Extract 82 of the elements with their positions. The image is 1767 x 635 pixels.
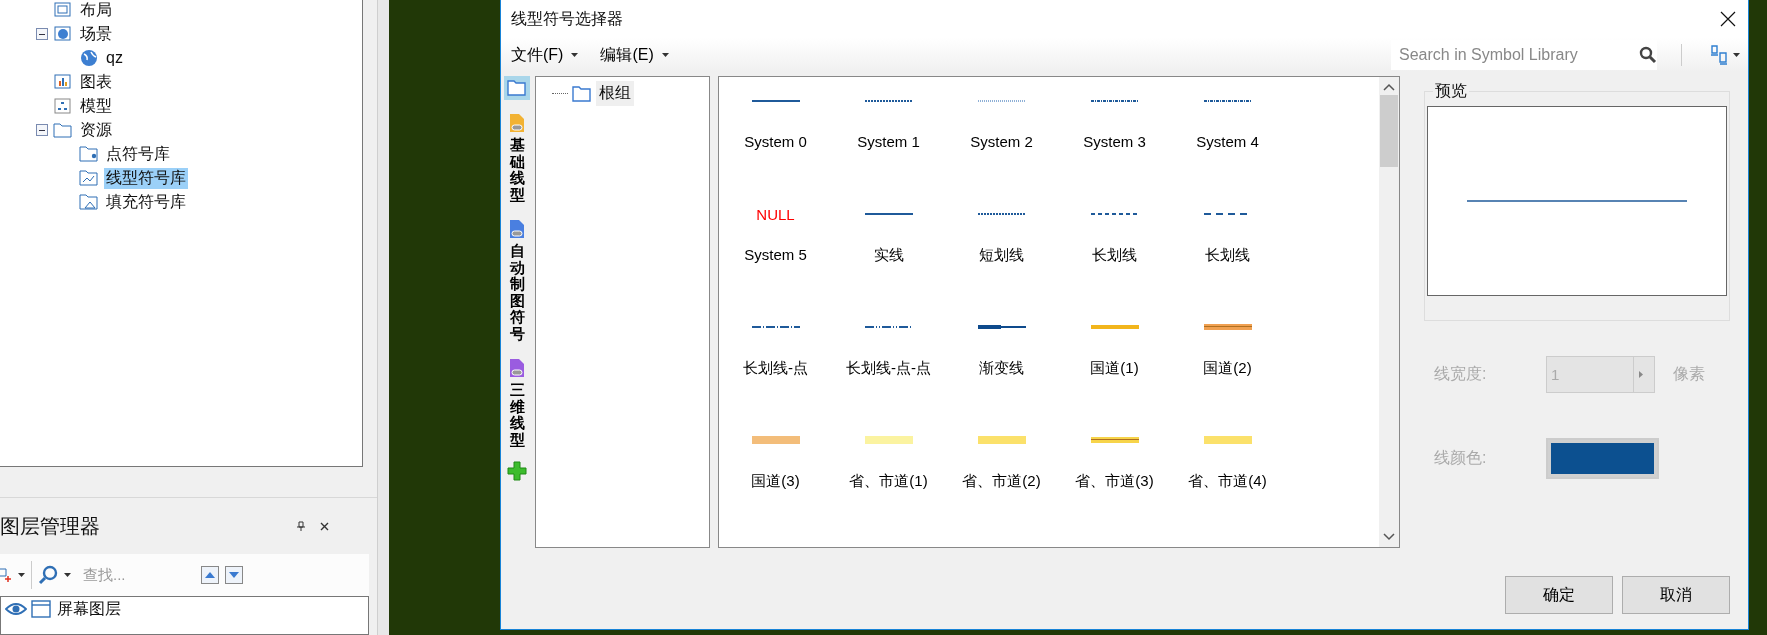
move-up-button[interactable]: [201, 566, 219, 584]
window-icon: [31, 600, 51, 618]
move-down-button[interactable]: [225, 566, 243, 584]
caret-icon: [64, 573, 71, 577]
tree-item[interactable]: 布局: [78, 0, 114, 21]
unit-label: 像素: [1673, 363, 1705, 384]
symbol-item[interactable]: System 1: [832, 81, 945, 194]
point-lib-icon: [79, 145, 99, 163]
symbol-item[interactable]: 长划线-点-点: [832, 307, 945, 420]
caret-icon: [571, 53, 579, 57]
symbol-item[interactable]: System 0: [719, 81, 832, 194]
symbol-item[interactable]: 长划线-点: [719, 307, 832, 420]
line-lib-icon: [79, 169, 99, 187]
field-label: 线宽度:: [1433, 363, 1488, 384]
window-title: 线型符号选择器: [511, 8, 624, 29]
tab[interactable]: [504, 76, 530, 100]
symbol-item[interactable]: NULL System 5: [719, 194, 832, 307]
tab[interactable]: 自动制图符号: [504, 216, 530, 345]
scene-icon: [53, 25, 73, 43]
up-triangle-icon: [205, 572, 215, 578]
caret-icon: [18, 573, 25, 577]
symbol-item[interactable]: System 3: [1058, 81, 1171, 194]
symbol-item[interactable]: 长划线: [1058, 194, 1171, 307]
symbol-item[interactable]: 短划线: [945, 194, 1058, 307]
collapse-toggle[interactable]: [36, 124, 48, 136]
menu-item[interactable]: 文件(F): [509, 44, 581, 66]
search-icon[interactable]: [38, 565, 58, 585]
scroll-up-icon[interactable]: [1383, 83, 1395, 91]
folder-icon: [507, 79, 527, 97]
scroll-down-icon[interactable]: [1383, 533, 1395, 541]
group-title: 预览: [1433, 81, 1469, 102]
tree-item[interactable]: 模型: [78, 95, 114, 117]
tree-item[interactable]: 场景: [78, 23, 114, 45]
right-triangle-icon: [1638, 370, 1643, 378]
view-mode-icon: [1710, 45, 1730, 65]
model-icon: [53, 97, 73, 115]
dialog-button[interactable]: 取消: [1622, 576, 1730, 614]
menu-item[interactable]: 编辑(E): [598, 44, 671, 66]
scrollbar-thumb[interactable]: [1380, 95, 1398, 167]
close-icon[interactable]: [320, 521, 329, 531]
search-icon[interactable]: [1639, 46, 1657, 64]
add-icon[interactable]: [507, 461, 527, 481]
folder-icon: [53, 121, 73, 139]
collapse-toggle[interactable]: [36, 28, 48, 40]
chart-icon: [53, 73, 73, 91]
null-symbol: NULL: [756, 205, 795, 223]
down-triangle-icon: [229, 572, 239, 578]
symbol-item[interactable]: 省、市道(3): [1058, 420, 1171, 533]
symbol-item[interactable]: 长划线: [1171, 194, 1284, 307]
tree-item[interactable]: 填充符号库: [104, 191, 188, 213]
fill-lib-icon: [79, 193, 99, 211]
pin-icon[interactable]: [296, 521, 306, 531]
tree-item[interactable]: 图表: [78, 71, 114, 93]
tab[interactable]: 三维线型: [504, 355, 530, 451]
symbol-item[interactable]: 省、市道(2): [945, 420, 1058, 533]
globe-icon: [79, 49, 99, 67]
add-layer-icon[interactable]: [0, 567, 12, 583]
tree-item[interactable]: 点符号库: [104, 143, 172, 165]
caret-icon: [661, 53, 669, 57]
symbol-item[interactable]: System 4: [1171, 81, 1284, 194]
symbol-item[interactable]: 省、市道(1): [832, 420, 945, 533]
tree-item[interactable]: 线型符号库: [104, 167, 188, 189]
tree-item[interactable]: qz: [104, 49, 125, 67]
eye-icon[interactable]: [5, 602, 27, 616]
panel-title: 图层管理器: [0, 513, 101, 539]
caret-icon: [1733, 53, 1740, 57]
tree-item[interactable]: 根组: [596, 81, 634, 106]
scrollbar[interactable]: [1379, 77, 1399, 547]
field-label: 线颜色:: [1433, 447, 1488, 468]
symbol-item[interactable]: 国道(2): [1171, 307, 1284, 420]
close-icon[interactable]: [1720, 11, 1736, 27]
symbol-item[interactable]: 实线: [832, 194, 945, 307]
symbol-item[interactable]: System 2: [945, 81, 1058, 194]
symbol-item[interactable]: 省、市道(4): [1171, 420, 1284, 533]
layer-item[interactable]: 屏幕图层: [55, 598, 123, 620]
symbol-item[interactable]: 国道(1): [1058, 307, 1171, 420]
dialog-button[interactable]: 确定: [1505, 576, 1613, 614]
tab[interactable]: 基础线型: [504, 110, 530, 206]
symbol-item[interactable]: 渐变线: [945, 307, 1058, 420]
tree-item[interactable]: 资源: [78, 119, 114, 141]
symbol-item[interactable]: 国道(3): [719, 420, 832, 533]
folder-icon: [572, 84, 592, 103]
